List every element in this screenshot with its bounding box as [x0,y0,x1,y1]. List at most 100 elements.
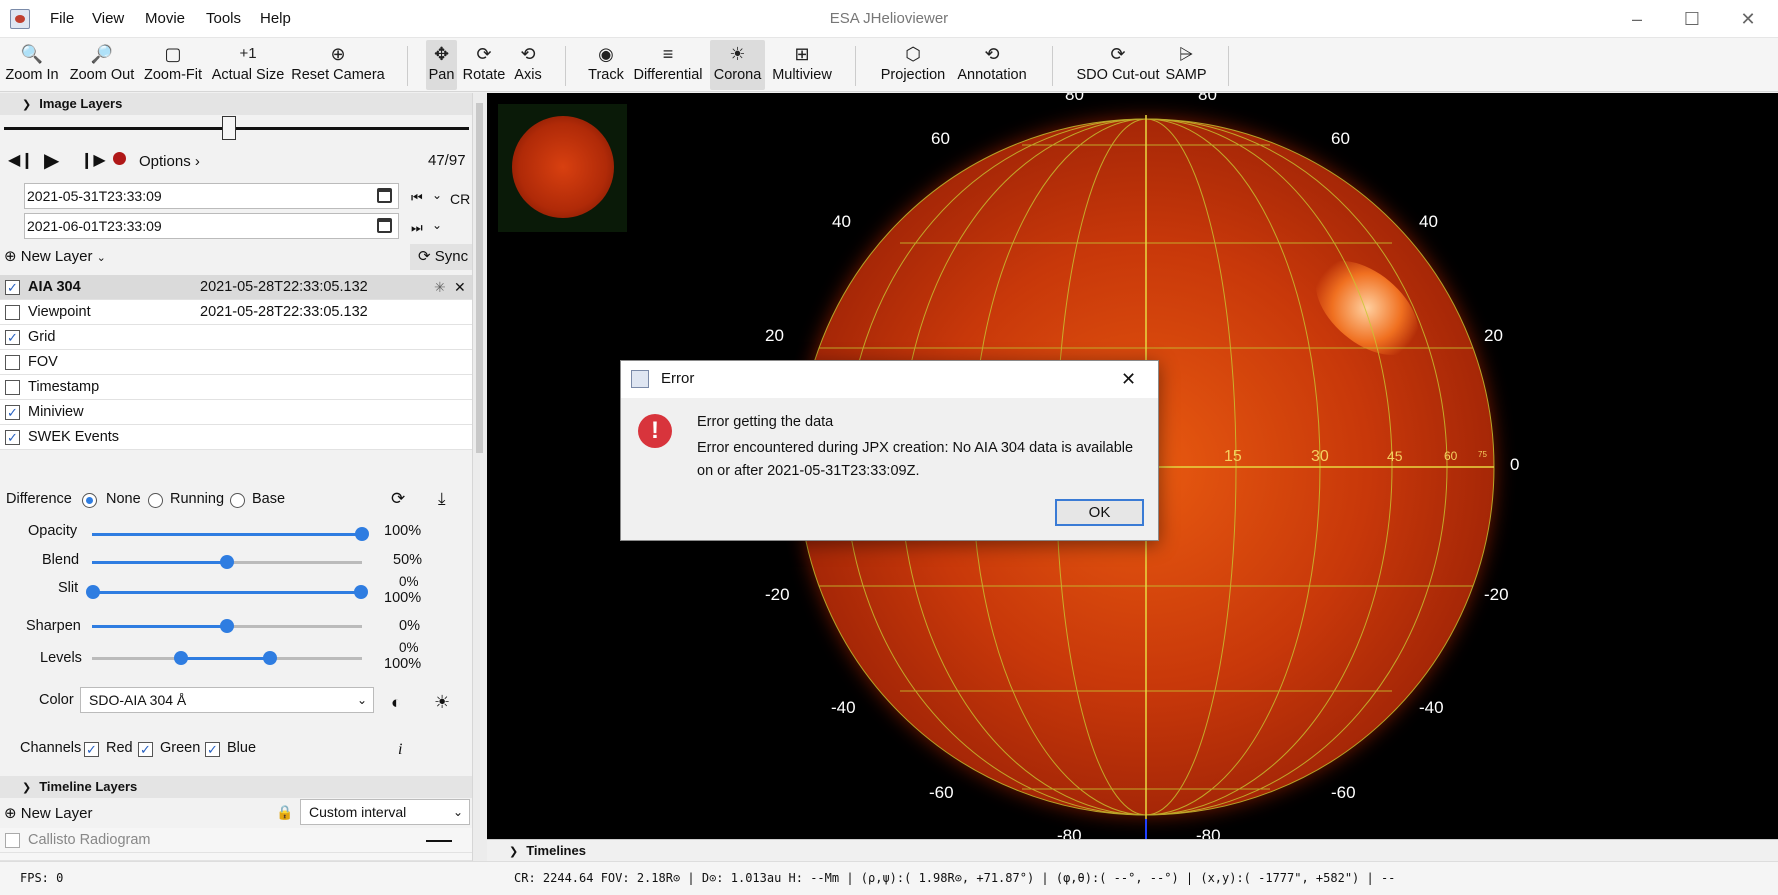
play-icon[interactable]: ▶ [44,148,59,173]
remove-layer-icon[interactable]: ✕ [454,275,466,300]
skip-back-icon[interactable]: ⏮ [411,190,423,206]
frame-slider-track[interactable] [4,127,469,130]
interval-select[interactable]: Custom interval ⌄ [300,799,470,825]
timeline-layers-header[interactable]: ❯ Timeline Layers [0,776,472,798]
ok-button[interactable]: OK [1055,499,1144,526]
timeline-layer-row[interactable]: Callisto Radiogram [0,828,472,853]
layer-row-timestamp[interactable]: Timestamp [0,375,472,400]
calendar-icon[interactable] [377,188,392,203]
menu-movie[interactable]: Movie [145,10,185,27]
chevron-down-icon[interactable]: ⌄ [432,188,442,202]
contrast-icon[interactable]: ◐ [391,693,401,713]
slit-slider[interactable] [86,585,368,599]
layer-row-aia-304[interactable]: ✓ AIA 304 2021-05-28T22:33:05.132 ✳ ✕ [0,275,472,300]
sdo-cutout-button[interactable]: ⟳ SDO Cut-out [1074,40,1162,90]
levels-low-knob[interactable] [174,651,189,665]
projection-button[interactable]: ⬡ Projection [878,40,948,90]
sharpen-slider[interactable] [92,619,362,633]
diff-base-radio[interactable] [230,493,245,508]
timeline-layer-checkbox[interactable] [5,833,20,848]
lock-icon[interactable]: 🔒 [276,804,293,821]
layer-checkbox[interactable] [5,355,20,370]
sharpen-slider-knob[interactable] [220,619,234,633]
layer-checkbox[interactable]: ✓ [5,430,20,445]
channel-red-checkbox[interactable]: ✓ [84,742,99,757]
layer-row-fov[interactable]: FOV [0,350,472,375]
brightness-icon[interactable]: ☀ [434,692,450,713]
layer-checkbox[interactable]: ✓ [5,330,20,345]
multiview-button[interactable]: ⊞ Multiview [768,40,836,90]
layer-checkbox[interactable] [5,305,20,320]
previous-frame-icon[interactable]: ◀❙ [8,150,34,170]
slit-max-knob[interactable] [354,585,368,599]
levels-high-knob[interactable] [263,651,278,665]
rotate-button[interactable]: ⟳ Rotate [459,40,509,90]
blend-slider-knob[interactable] [220,555,234,569]
layer-row-grid[interactable]: ✓ Grid [0,325,472,350]
track-button[interactable]: ◉ Track [586,40,626,90]
zoom-out-button[interactable]: 🔎 Zoom Out [66,40,138,90]
refresh-icon[interactable]: ⟳ [391,489,405,509]
axis-button[interactable]: ⟲ Axis [511,40,545,90]
layer-checkbox[interactable]: ✓ [5,280,20,295]
close-icon[interactable]: ✕ [1121,361,1136,397]
diff-none-radio[interactable] [82,493,97,508]
info-icon[interactable]: i [398,741,402,759]
actual-size-button[interactable]: +1 Actual Size [210,40,286,90]
options-button[interactable]: Options › [139,153,200,170]
layer-checkbox[interactable] [5,380,20,395]
close-window-icon[interactable]: ✕ [1734,6,1762,32]
slit-min-knob[interactable] [86,585,100,599]
sync-button[interactable]: ⟳ Sync [410,244,472,270]
cr-label[interactable]: CR [450,191,470,207]
opacity-slider-knob[interactable] [355,527,369,541]
samp-button[interactable]: ⩥ SAMP [1164,40,1208,90]
menu-file[interactable]: File [50,10,74,27]
timeline-layer-row[interactable]: SWEK Events [0,853,472,861]
layer-checkbox[interactable]: ✓ [5,405,20,420]
opacity-slider[interactable] [92,527,369,541]
start-date-field[interactable]: 2021-05-31T23:33:09 [24,183,399,209]
scrollbar-thumb[interactable] [476,103,483,453]
panel-scrollbar[interactable] [472,93,487,861]
download-icon[interactable]: ⤓ [438,489,446,509]
new-layer-button[interactable]: ⊕ New Layer ⌄ [4,247,106,265]
chevron-down-icon[interactable]: ⌄ [432,218,442,232]
zoom-in-button[interactable]: 🔍 Zoom In [2,40,62,90]
blend-slider[interactable] [92,555,362,569]
image-layers-header[interactable]: ❯ Image Layers [0,93,472,115]
calendar-icon[interactable] [377,218,392,233]
pan-button[interactable]: ✥ Pan [426,40,457,90]
record-icon[interactable] [113,152,126,165]
share-icon: ⩥ [1178,44,1194,64]
levels-slider[interactable] [92,651,362,665]
menu-view[interactable]: View [92,10,124,27]
menu-tools[interactable]: Tools [206,10,241,27]
end-date-field[interactable]: 2021-06-01T23:33:09 [24,213,399,239]
differential-button[interactable]: ≡ Differential [628,40,708,90]
layer-row-viewpoint[interactable]: Viewpoint 2021-05-28T22:33:05.132 [0,300,472,325]
grid-label: 20 [765,326,784,345]
app-icon[interactable] [10,9,30,29]
zoom-in-icon: 🔍 [20,44,44,64]
skip-forward-icon[interactable]: ⏭ [411,220,423,236]
next-frame-icon[interactable]: ❙▶ [80,150,106,170]
layer-row-miniview[interactable]: ✓ Miniview [0,400,472,425]
reset-camera-button[interactable]: ⊕ Reset Camera [290,40,386,90]
channel-blue-label: Blue [227,740,257,756]
diff-running-radio[interactable] [148,493,163,508]
frame-slider-handle[interactable] [222,116,237,140]
layer-row-swek-events[interactable]: ✓ SWEK Events [0,425,472,450]
channel-green-checkbox[interactable]: ✓ [138,742,153,757]
color-select[interactable]: SDO-AIA 304 Å ⌄ [80,687,374,713]
timelines-panel-header[interactable]: ❯ Timelines [487,839,1778,861]
zoom-fit-button[interactable]: ▢ Zoom-Fit [141,40,205,90]
minimize-icon[interactable]: – [1623,6,1651,32]
channel-blue-checkbox[interactable]: ✓ [205,742,220,757]
menu-help[interactable]: Help [260,10,291,27]
corona-button[interactable]: ☀ Corona [710,40,765,90]
timeline-new-layer-button[interactable]: ⊕ New Layer [4,804,92,822]
grid-label: 60 [931,129,950,148]
annotation-button[interactable]: ⟲ Annotation [953,40,1031,90]
maximize-icon[interactable]: ☐ [1678,6,1706,32]
